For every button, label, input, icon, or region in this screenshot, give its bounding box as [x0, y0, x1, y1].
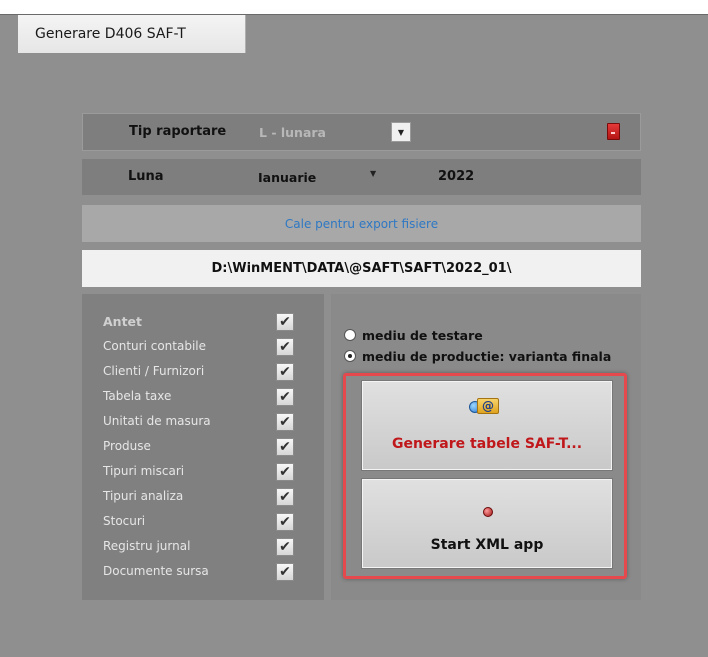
tip-raportare-value: L - lunara	[259, 124, 326, 140]
section-checkbox[interactable]: ✔	[276, 363, 294, 381]
tip-raportare-select[interactable]: L - lunara ▼	[259, 120, 415, 144]
section-checkbox[interactable]: ✔	[276, 488, 294, 506]
section-label: Antet	[103, 313, 143, 329]
chevron-down-icon[interactable]: ▼	[391, 122, 411, 142]
section-checkbox[interactable]: ✔	[276, 338, 294, 356]
section-item: Produse ✔	[103, 435, 313, 457]
section-label: Tabela taxe	[103, 389, 172, 403]
luna-year: 2022	[438, 169, 475, 184]
tip-raportare-row: Tip raportare L - lunara ▼	[82, 113, 641, 151]
section-item: Registru jurnal ✔	[103, 535, 313, 557]
section-label: Clienti / Furnizori	[103, 364, 205, 378]
radio-mediu-productie[interactable]: mediu de productie: varianta finala	[344, 346, 611, 366]
export-path-field[interactable]: D:\WinMENT\DATA\@SAFT\SAFT\2022_01\	[82, 250, 641, 287]
section-label: Tipuri analiza	[103, 489, 184, 503]
section-label: Stocuri	[103, 514, 146, 528]
section-item: Unitati de masura ✔	[103, 410, 313, 432]
radio-label: mediu de testare	[362, 327, 483, 343]
tip-raportare-label: Tip raportare	[129, 124, 227, 139]
section-label: Documente sursa	[103, 564, 209, 578]
section-checkbox[interactable]: ✔	[276, 513, 294, 531]
generate-saft-button[interactable]: @ Generare tabele SAF-T...	[361, 380, 613, 471]
section-item: Tipuri analiza ✔	[103, 485, 313, 507]
luna-row: Luna Ianuarie ▼ 2022	[82, 159, 641, 195]
email-globe-icon: @	[469, 395, 503, 417]
exit-door-icon[interactable]	[607, 123, 620, 140]
section-item: Tipuri miscari ✔	[103, 460, 313, 482]
sections-panel: Antet ✔ Conturi contabile ✔ Clienti / Furniz…	[82, 294, 324, 600]
section-label: Produse	[103, 439, 151, 453]
section-checkbox[interactable]: ✔	[276, 388, 294, 406]
section-label: Tipuri miscari	[103, 464, 185, 478]
radio-circle[interactable]	[344, 329, 356, 341]
section-checkbox[interactable]: ✔	[276, 463, 294, 481]
radio-circle-selected[interactable]	[344, 350, 356, 362]
radio-mediu-testare[interactable]: mediu de testare	[344, 325, 483, 345]
luna-label: Luna	[128, 169, 164, 184]
section-checkbox[interactable]: ✔	[276, 438, 294, 456]
export-path-caption: Cale pentru export fisiere	[82, 205, 641, 242]
window-title: Generare D406 SAF-T	[18, 15, 246, 53]
section-checkbox[interactable]: ✔	[276, 413, 294, 431]
red-dot-icon	[483, 507, 493, 517]
section-item: Tabela taxe ✔	[103, 385, 313, 407]
title-bar	[246, 15, 690, 53]
start-xml-label: Start XML app	[430, 537, 544, 553]
start-xml-button[interactable]: Start XML app	[361, 478, 613, 569]
luna-value: Ianuarie	[258, 169, 317, 185]
section-item: Clienti / Furnizori ✔	[103, 360, 313, 382]
section-item: Documente sursa ✔	[103, 560, 313, 582]
section-item: Stocuri ✔	[103, 510, 313, 532]
section-label: Registru jurnal	[103, 539, 191, 553]
chevron-down-icon[interactable]: ▼	[370, 169, 376, 178]
section-item: Antet ✔	[103, 310, 313, 332]
generate-saft-label: Generare tabele SAF-T...	[391, 436, 583, 452]
section-checkbox[interactable]: ✔	[276, 538, 294, 556]
section-checkbox[interactable]: ✔	[276, 563, 294, 581]
section-item: Conturi contabile ✔	[103, 335, 313, 357]
radio-label: mediu de productie: varianta finala	[362, 348, 612, 364]
section-label: Unitati de masura	[103, 414, 211, 428]
luna-select[interactable]: Ianuarie ▼	[258, 165, 408, 189]
section-checkbox[interactable]: ✔	[276, 313, 294, 331]
section-label: Conturi contabile	[103, 339, 206, 353]
